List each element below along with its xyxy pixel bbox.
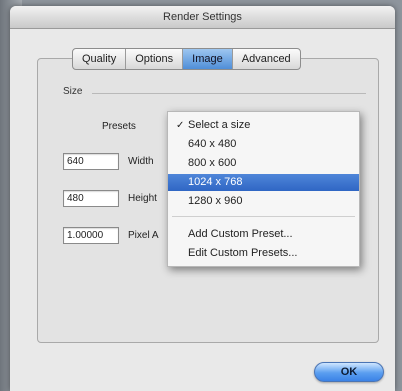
menu-item-800x600[interactable]: 800 x 600	[168, 155, 359, 172]
menu-item-label: 800 x 600	[188, 157, 237, 169]
height-label: Height	[128, 193, 157, 204]
pixel-aspect-label: Pixel A	[128, 230, 159, 241]
tab-advanced[interactable]: Advanced	[233, 49, 300, 69]
menu-item-label: 640 x 480	[188, 138, 237, 150]
ok-button[interactable]: OK	[314, 362, 384, 382]
checkmark-icon: ✓	[176, 120, 185, 131]
menu-item-1280x960[interactable]: 1280 x 960	[168, 193, 359, 210]
menu-item-label: Select a size	[188, 119, 251, 131]
presets-dropdown-menu: ✓ Select a size 640 x 480 800 x 600 1024…	[167, 111, 360, 267]
menu-item-label: 1024 x 768	[188, 176, 243, 188]
tab-bar: Quality Options Image Advanced	[72, 48, 301, 70]
menu-separator	[172, 216, 355, 217]
tab-options[interactable]: Options	[126, 49, 184, 69]
presets-label: Presets	[102, 121, 136, 132]
pixel-aspect-field[interactable]	[63, 227, 119, 244]
menu-item-add-custom-preset[interactable]: Add Custom Preset...	[168, 226, 359, 243]
menu-item-select-a-size[interactable]: ✓ Select a size	[168, 117, 359, 134]
tab-quality[interactable]: Quality	[73, 49, 127, 69]
window-title: Render Settings	[10, 6, 395, 29]
tab-image[interactable]: Image	[183, 49, 233, 69]
size-group-label: Size	[63, 86, 83, 97]
menu-item-label: Edit Custom Presets...	[188, 247, 298, 259]
menu-item-edit-custom-presets[interactable]: Edit Custom Presets...	[168, 245, 359, 262]
width-label: Width	[128, 156, 154, 167]
menu-item-640x480[interactable]: 640 x 480	[168, 136, 359, 153]
width-field[interactable]	[63, 153, 119, 170]
size-group-divider	[92, 93, 366, 94]
menu-item-label: Add Custom Preset...	[188, 228, 293, 240]
menu-item-label: 1280 x 960	[188, 195, 243, 207]
height-field[interactable]	[63, 190, 119, 207]
menu-item-1024x768[interactable]: 1024 x 768	[168, 174, 359, 191]
